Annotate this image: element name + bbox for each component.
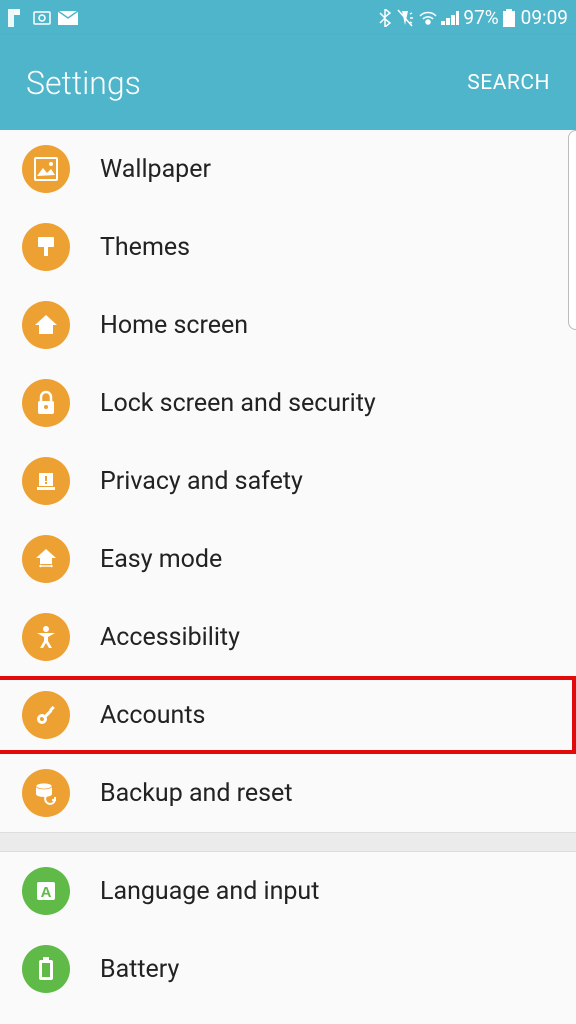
- settings-list: Wallpaper Themes Home screen Lock screen…: [0, 130, 576, 1008]
- page-title: Settings: [26, 64, 141, 102]
- home-icon: [22, 301, 70, 349]
- vibrate-icon: [395, 9, 415, 27]
- settings-label: Themes: [100, 233, 190, 262]
- bluetooth-icon: [379, 9, 391, 27]
- settings-item-home-screen[interactable]: Home screen: [0, 286, 576, 364]
- settings-item-accessibility[interactable]: Accessibility: [0, 598, 576, 676]
- brush-icon: [22, 223, 70, 271]
- battery-percent-text: 97%: [463, 6, 498, 29]
- settings-item-backup[interactable]: Backup and reset: [0, 754, 576, 832]
- settings-label: Backup and reset: [100, 779, 293, 808]
- header: Settings SEARCH: [0, 35, 576, 130]
- settings-label: Wallpaper: [100, 155, 211, 184]
- settings-label: Home screen: [100, 311, 248, 340]
- letter-a-icon: A: [22, 867, 70, 915]
- svg-text:A: A: [41, 884, 52, 901]
- settings-item-wallpaper[interactable]: Wallpaper: [0, 130, 576, 208]
- key-icon: [22, 691, 70, 739]
- settings-item-battery[interactable]: Battery: [0, 930, 576, 1008]
- mail-icon: [58, 11, 78, 25]
- backup-icon: [22, 769, 70, 817]
- settings-item-privacy[interactable]: Privacy and safety: [0, 442, 576, 520]
- battery-full-icon: [503, 9, 515, 27]
- settings-label: Accounts: [100, 701, 205, 730]
- alert-icon: [22, 457, 70, 505]
- status-left: [8, 9, 78, 27]
- settings-item-accounts[interactable]: Accounts: [0, 676, 576, 754]
- status-bar: 97% 09:09: [0, 0, 576, 35]
- lock-icon: [22, 379, 70, 427]
- clock-text: 09:09: [521, 6, 568, 29]
- signal-icon: [441, 11, 459, 25]
- flipboard-icon: [8, 9, 26, 27]
- home-arrows-icon: [22, 535, 70, 583]
- camera-icon: [32, 10, 52, 26]
- settings-label: Easy mode: [100, 545, 222, 574]
- settings-item-language[interactable]: A Language and input: [0, 852, 576, 930]
- battery-icon: [22, 945, 70, 993]
- settings-label: Lock screen and security: [100, 389, 376, 418]
- search-button[interactable]: SEARCH: [467, 71, 550, 95]
- settings-label: Accessibility: [100, 623, 240, 652]
- scroll-handle[interactable]: [568, 130, 576, 330]
- settings-item-lock-security[interactable]: Lock screen and security: [0, 364, 576, 442]
- person-icon: [22, 613, 70, 661]
- section-divider: [0, 832, 576, 852]
- settings-item-easy-mode[interactable]: Easy mode: [0, 520, 576, 598]
- settings-item-themes[interactable]: Themes: [0, 208, 576, 286]
- status-right: 97% 09:09: [379, 6, 568, 29]
- settings-label: Language and input: [100, 877, 319, 906]
- image-icon: [22, 145, 70, 193]
- settings-label: Privacy and safety: [100, 467, 303, 496]
- settings-label: Battery: [100, 955, 179, 984]
- wifi-icon: [419, 11, 437, 25]
